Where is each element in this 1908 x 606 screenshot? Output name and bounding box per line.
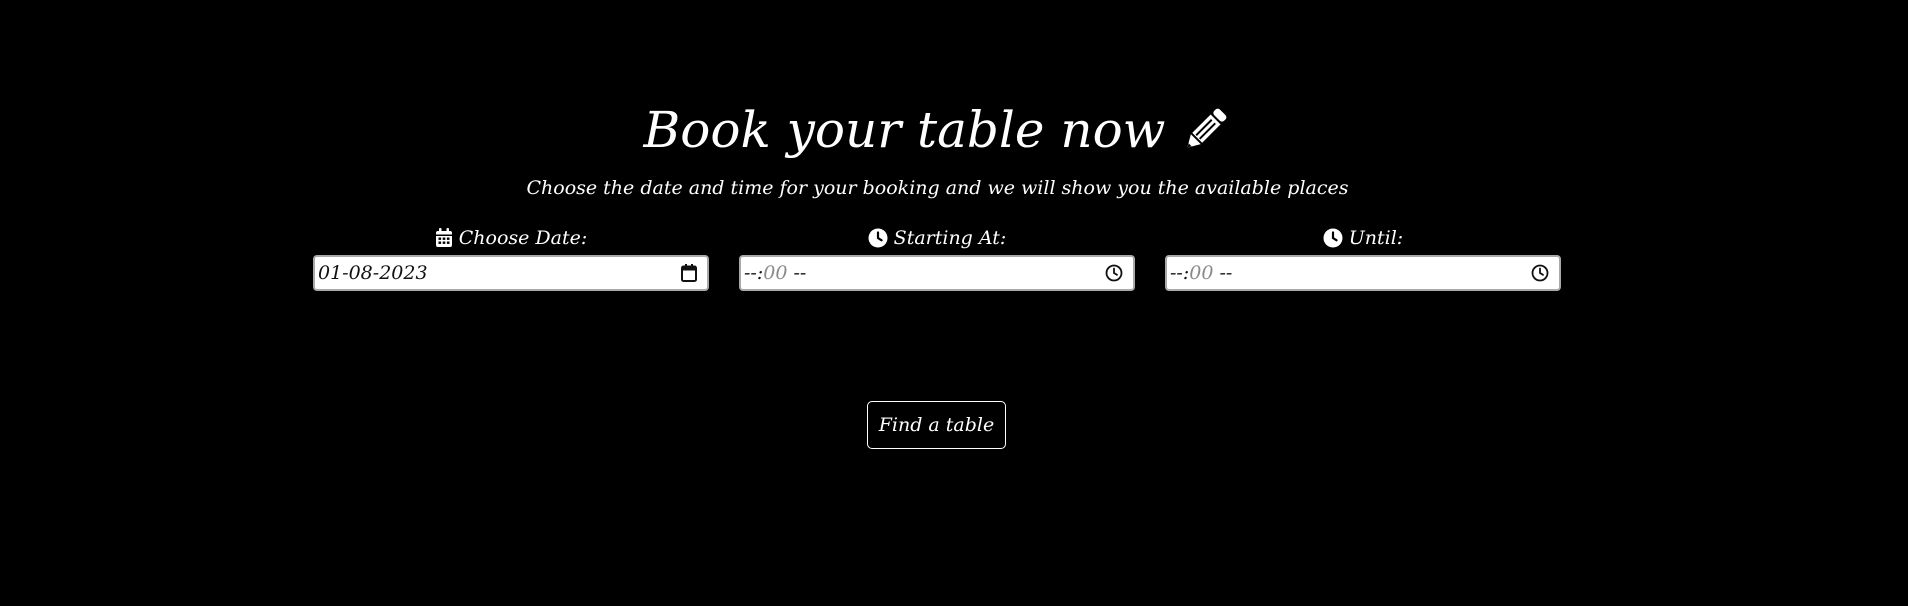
start-time-input[interactable]: --:00 -- (739, 255, 1135, 291)
start-time-label: Starting At: (739, 223, 1135, 253)
booking-page: Book your table now Choose the date and … (0, 0, 1908, 606)
page-title: Book your table now (0, 98, 1875, 162)
start-time-label-text: Starting At: (893, 227, 1007, 249)
date-label-text: Choose Date: (458, 227, 588, 249)
page-title-text: Book your table now (643, 101, 1166, 159)
start-time-minutes: 00 (763, 262, 788, 284)
date-value: 01-08-2023 (318, 262, 428, 284)
clock-icon (868, 228, 888, 248)
end-time-input[interactable]: --:00 -- (1165, 255, 1561, 291)
start-time-hours: --: (744, 262, 764, 284)
date-input[interactable]: 01-08-2023 (313, 255, 709, 291)
page-subtitle: Choose the date and time for your bookin… (526, 177, 1349, 199)
clock-picker-icon[interactable] (1531, 264, 1549, 282)
end-time-label-text: Until: (1348, 227, 1404, 249)
start-time-value: --:00 -- (744, 262, 1105, 284)
end-time-ampm: -- (1219, 262, 1233, 284)
end-time-label: Until: (1165, 223, 1561, 253)
calendar-picker-icon[interactable] (681, 264, 697, 282)
clock-icon (1323, 228, 1343, 248)
pencil-icon (1179, 104, 1231, 156)
date-field: Choose Date: 01-08-2023 (313, 223, 709, 291)
end-time-minutes: 00 (1189, 262, 1214, 284)
calendar-icon (435, 228, 453, 248)
date-label: Choose Date: (313, 223, 709, 253)
start-time-ampm: -- (793, 262, 807, 284)
end-time-hours: --: (1170, 262, 1190, 284)
find-table-button[interactable]: Find a table (867, 401, 1006, 449)
end-time-value: --:00 -- (1170, 262, 1531, 284)
end-time-field: Until: --:00 -- (1165, 223, 1561, 291)
clock-picker-icon[interactable] (1105, 264, 1123, 282)
start-time-field: Starting At: --:00 -- (739, 223, 1135, 291)
